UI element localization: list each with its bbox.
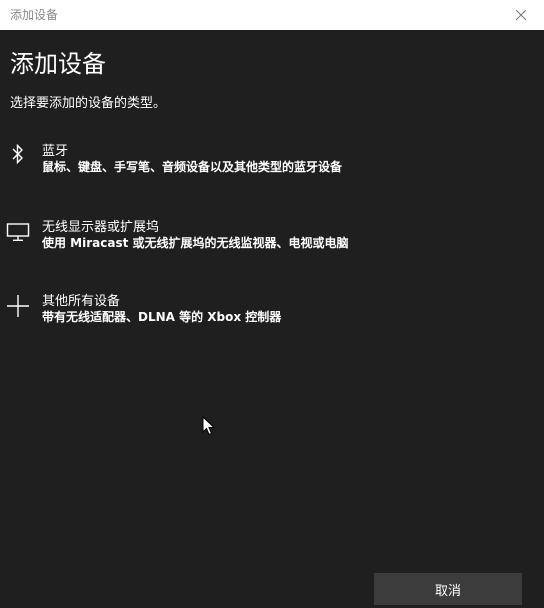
plus-icon [6, 294, 30, 318]
option-name: 其他所有设备 [42, 294, 121, 309]
option-wireless-display[interactable]: 无线显示器或扩展坞 使用 Miracast 或无线扩展坞的无线监视器、电视或电脑 [0, 216, 544, 272]
option-name: 蓝牙 [42, 144, 69, 159]
option-bluetooth[interactable]: 蓝牙 鼠标、键盘、手写笔、音频设备以及其他类型的蓝牙设备 [0, 140, 544, 196]
close-button[interactable] [498, 0, 544, 30]
bluetooth-icon [6, 142, 30, 166]
option-description: 鼠标、键盘、手写笔、音频设备以及其他类型的蓝牙设备 [42, 160, 343, 174]
option-description: 使用 Miracast 或无线扩展坞的无线监视器、电视或电脑 [42, 236, 349, 250]
mouse-cursor-icon [202, 416, 216, 436]
add-device-window: 添加设备 添加设备 选择要添加的设备的类型。 蓝牙 鼠标、键盘、手写笔、音频设备… [0, 0, 544, 608]
option-everything-else[interactable]: 其他所有设备 带有无线适配器、DLNA 等的 Xbox 控制器 [0, 290, 544, 346]
monitor-icon [6, 220, 30, 244]
title-bar: 添加设备 [0, 0, 544, 30]
window-title: 添加设备 [10, 8, 59, 22]
option-name: 无线显示器或扩展坞 [42, 220, 160, 235]
option-description: 带有无线适配器、DLNA 等的 Xbox 控制器 [42, 310, 282, 324]
close-icon [515, 9, 527, 21]
page-title: 添加设备 [10, 50, 106, 78]
cancel-button[interactable]: 取消 [374, 573, 522, 605]
page-subtitle: 选择要添加的设备的类型。 [10, 96, 167, 111]
